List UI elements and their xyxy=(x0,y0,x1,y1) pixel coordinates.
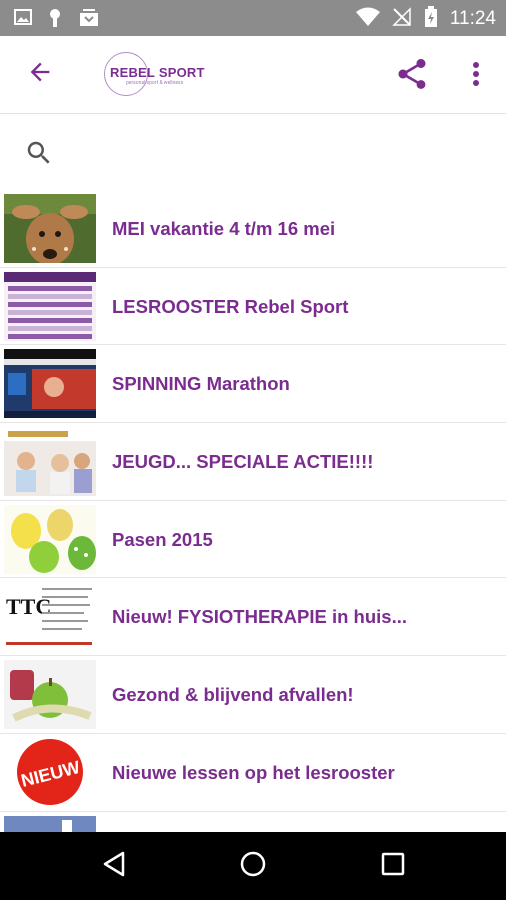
list-item[interactable]: NIEUW Nieuwe lessen op het lesrooster xyxy=(0,734,506,812)
thumbnail-easter-eggs xyxy=(4,504,96,574)
list-item-title: Nieuwe lessen op het lesrooster xyxy=(112,761,395,783)
list-item-title: JEUGD... SPECIALE ACTIE!!!! xyxy=(112,451,374,473)
search-icon[interactable] xyxy=(24,138,54,168)
app-bar: REBEL SPORT personal sport & wellness xyxy=(0,36,506,114)
more-vert-icon[interactable] xyxy=(472,61,480,91)
list-item-title: MEI vakantie 4 t/m 16 mei xyxy=(112,218,336,239)
thumbnail-ttc: TTC xyxy=(4,582,96,652)
thumbnail-schedule xyxy=(4,271,96,341)
wifi-icon xyxy=(355,7,380,31)
thumbnail-youth xyxy=(4,427,96,497)
list-item[interactable]: TTC Nieuw! FYSIOTHERAPIE in huis... xyxy=(0,578,506,657)
list-item-title: Pasen 2015 xyxy=(112,528,213,550)
nav-back-button[interactable] xyxy=(96,848,132,884)
list-item[interactable]: MEI vakantie 4 t/m 16 mei xyxy=(0,190,506,268)
arrow-back-icon[interactable] xyxy=(26,58,54,90)
thumbnail-facebook xyxy=(4,815,96,832)
share-button[interactable] xyxy=(392,56,432,96)
list-item[interactable]: Gezond & blijvend afvallen! xyxy=(0,656,506,734)
back-button[interactable] xyxy=(24,58,56,90)
list-item[interactable]: LESROOSTER Rebel Sport xyxy=(0,268,506,346)
status-bar: 11:24 xyxy=(0,0,506,36)
thumbnail-spinning xyxy=(4,349,96,419)
search-bar xyxy=(0,114,506,190)
nav-back-icon[interactable] xyxy=(101,850,127,882)
thumbnail-apple-measure xyxy=(4,660,96,730)
image-icon xyxy=(14,8,32,32)
list-item-title: Gezond & blijvend afvallen! xyxy=(112,684,354,706)
system-nav-bar xyxy=(0,832,506,900)
news-list: MEI vakantie 4 t/m 16 mei LESROOSTER Reb… xyxy=(0,190,506,832)
list-item-title: SPINNING Marathon xyxy=(112,373,290,395)
thumbnail-nieuw-badge: NIEUW xyxy=(4,737,96,807)
list-item[interactable]: SPINNING Marathon xyxy=(0,345,506,424)
share-icon[interactable] xyxy=(394,56,430,96)
thumbnail-fawn xyxy=(4,194,96,263)
nav-home-button[interactable] xyxy=(235,848,271,884)
nav-recents-button[interactable] xyxy=(375,848,411,884)
no-signal-icon xyxy=(392,7,412,31)
battery-charging-icon xyxy=(424,6,438,32)
android-icon xyxy=(46,8,64,32)
list-item[interactable]: JEUGD... SPECIALE ACTIE!!!! xyxy=(0,423,506,501)
nav-home-icon[interactable] xyxy=(239,850,267,882)
more-options-button[interactable] xyxy=(462,56,490,96)
rebel-sport-logo: REBEL SPORT personal sport & wellness xyxy=(104,52,204,96)
search-input[interactable] xyxy=(70,134,470,170)
list-item[interactable] xyxy=(0,812,506,832)
nav-recents-icon[interactable] xyxy=(380,851,406,881)
list-item[interactable]: Pasen 2015 xyxy=(0,501,506,579)
list-item-title: Nieuw! FYSIOTHERAPIE in huis... xyxy=(112,606,407,628)
inbox-icon xyxy=(78,8,100,32)
list-item-title: LESROOSTER Rebel Sport xyxy=(112,295,349,317)
clock: 11:24 xyxy=(449,8,496,29)
